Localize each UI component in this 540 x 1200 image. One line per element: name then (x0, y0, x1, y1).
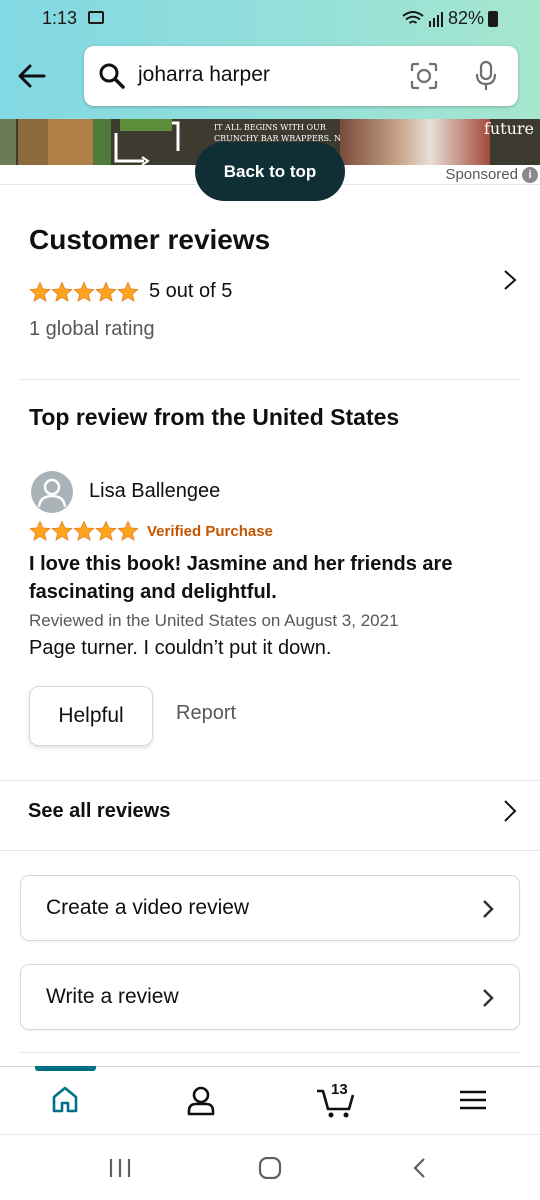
review-date: Reviewed in the United States on August … (29, 611, 399, 630)
cart-count-badge: 13 (331, 1081, 348, 1098)
wifi-icon (402, 10, 424, 24)
chevron-right-icon[interactable] (500, 268, 520, 292)
star-icon (95, 280, 117, 302)
star-icon (95, 520, 117, 541)
header: 1:13 82% joharra harper (0, 0, 540, 119)
ad-future-text: future (483, 119, 534, 138)
review-body: Page turner. I couldn’t put it down. (29, 637, 332, 659)
divider (20, 379, 520, 380)
global-rating-count: 1 global rating (29, 318, 155, 340)
status-bar: 1:13 82% (0, 0, 540, 36)
back-arrow-icon[interactable] (14, 58, 50, 94)
verified-purchase-badge: Verified Purchase (147, 522, 273, 540)
star-icon (117, 520, 139, 541)
ad-text: IT ALL BEGINS WITH OUR CRUNCHY BAR WRAPP… (214, 122, 356, 144)
recent-apps-icon[interactable] (108, 1157, 132, 1179)
chevron-right-icon (483, 900, 494, 918)
home-icon[interactable] (51, 1085, 79, 1115)
active-tab-indicator (35, 1066, 96, 1071)
star-icon (29, 520, 51, 541)
star-icon (117, 280, 139, 302)
ad-product-image (93, 119, 111, 165)
menu-icon[interactable] (459, 1089, 487, 1111)
divider (0, 780, 540, 781)
recycle-icon (114, 119, 180, 165)
write-review-label: Write a review (46, 985, 179, 1008)
chevron-right-icon[interactable] (500, 798, 520, 824)
star-icon (73, 520, 95, 541)
system-back-icon[interactable] (412, 1157, 428, 1179)
search-input[interactable]: joharra harper (84, 46, 518, 106)
status-time: 1:13 (42, 8, 78, 28)
star-icon (29, 280, 51, 302)
top-review-heading: Top review from the United States (29, 404, 400, 430)
overall-rating[interactable]: 5 out of 5 (29, 280, 232, 303)
rating-text: 5 out of 5 (149, 280, 233, 302)
reviewer-name[interactable]: Lisa Ballengee (89, 480, 220, 503)
star-rating (29, 280, 139, 303)
sponsored-label: Sponsored (445, 166, 518, 183)
star-icon (51, 280, 73, 302)
divider (20, 1052, 520, 1053)
ad-product-image (18, 119, 48, 165)
helpful-button[interactable]: Helpful (29, 686, 153, 746)
see-all-reviews-link[interactable]: See all reviews (28, 800, 170, 823)
camera-lens-icon[interactable] (410, 62, 438, 90)
create-video-review-button[interactable]: Create a video review (20, 875, 520, 941)
ad-product-image (0, 119, 16, 165)
account-icon[interactable] (186, 1085, 216, 1117)
review-rating: Verified Purchase (29, 520, 273, 542)
review-headline: I love this book! Jasmine and her friend… (29, 553, 453, 603)
signal-icon (428, 11, 443, 27)
microphone-icon[interactable] (474, 60, 498, 92)
search-query: joharra harper (138, 63, 270, 86)
star-rating (29, 520, 139, 542)
avatar (31, 471, 73, 513)
search-icon (99, 63, 125, 89)
user-silhouette-icon (37, 478, 67, 508)
system-navigation-bar (0, 1134, 540, 1200)
battery-percent: 82% (447, 8, 484, 28)
customer-reviews-title: Customer reviews (29, 224, 271, 255)
divider (0, 850, 540, 851)
status-indicators: 82% (402, 8, 498, 29)
create-video-review-label: Create a video review (46, 896, 250, 919)
gallery-icon (88, 11, 104, 24)
home-circle-icon[interactable] (258, 1157, 282, 1179)
battery-icon (488, 10, 498, 27)
bottom-navigation: 13 (0, 1066, 540, 1134)
chevron-right-icon (483, 989, 494, 1007)
ad-photo (340, 119, 490, 165)
info-icon[interactable]: i (522, 167, 538, 183)
star-icon (73, 280, 95, 302)
ad-product-image (48, 119, 93, 165)
star-icon (51, 520, 73, 541)
back-to-top-button[interactable]: Back to top (195, 142, 345, 201)
ad-text-line: IT ALL BEGINS WITH OUR (214, 123, 326, 132)
report-link[interactable]: Report (176, 702, 236, 725)
write-review-button[interactable]: Write a review (20, 964, 520, 1030)
